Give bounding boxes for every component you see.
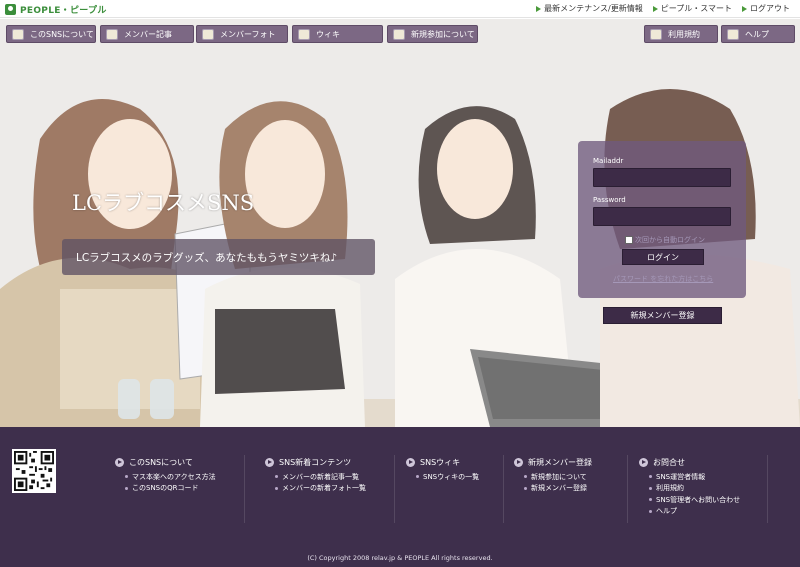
- qr-code: [12, 449, 56, 493]
- help-icon: [727, 28, 739, 40]
- hero-title: LCラブコスメSNS: [72, 191, 255, 215]
- top-link-label: ピープル・スマート: [660, 4, 732, 13]
- nav-member-photos[interactable]: メンバーフォト: [196, 25, 288, 43]
- footer-link[interactable]: マス本楽へのアクセス方法: [125, 471, 240, 483]
- nav-wiki[interactable]: ウィキ: [292, 25, 383, 43]
- footer-column-register: 新規メンバー登録 新規参加について 新規メンバー登録: [514, 457, 624, 523]
- dot-icon: [649, 498, 652, 502]
- footer-link[interactable]: SNS管理者へお問い合わせ: [649, 494, 764, 506]
- top-link-maintenance[interactable]: 最新メンテナンス/更新情報: [536, 3, 643, 14]
- password-input[interactable]: [593, 207, 731, 226]
- footer-link[interactable]: SNS運営者情報: [649, 471, 764, 483]
- brand-name: PEOPLE・ピープル: [20, 6, 107, 16]
- footer-divider: [394, 455, 395, 523]
- login-button[interactable]: ログイン: [622, 249, 704, 265]
- dot-icon: [275, 486, 278, 490]
- mail-input[interactable]: [593, 168, 731, 187]
- nav-label: ヘルプ: [745, 29, 769, 39]
- arrow-right-icon: [652, 5, 658, 12]
- password-label: Password: [593, 196, 626, 204]
- dot-icon: [649, 475, 652, 479]
- footer-heading: お問合せ: [653, 458, 685, 467]
- brand[interactable]: PEOPLE・ピープル: [5, 3, 107, 16]
- dot-icon: [649, 509, 652, 513]
- footer-link[interactable]: 利用規約: [649, 483, 764, 495]
- footer-link[interactable]: 新規参加について: [524, 471, 624, 483]
- top-link-label: 最新メンテナンス/更新情報: [544, 4, 643, 13]
- brand-logo-icon: [5, 4, 16, 15]
- top-link-label: ログアウト: [750, 4, 790, 13]
- top-bar: PEOPLE・ピープル 最新メンテナンス/更新情報 ピープル・スマート ログアウ…: [0, 0, 800, 18]
- nav-label: メンバーフォト: [220, 29, 276, 39]
- footer-link[interactable]: メンバーの新着記事一覧: [275, 471, 390, 483]
- footer-link[interactable]: このSNSのQRコード: [125, 483, 240, 495]
- footer-divider: [244, 455, 245, 523]
- arrow-bullet-icon: [406, 458, 415, 467]
- arrow-bullet-icon: [115, 458, 124, 467]
- nav-label: ウィキ: [316, 29, 340, 39]
- dot-icon: [125, 486, 128, 490]
- arrow-bullet-icon: [514, 458, 523, 467]
- dot-icon: [416, 475, 419, 479]
- hero-subtitle: LCラブコスメのラブグッズ、あなたももうヤミツキね♪: [62, 239, 375, 275]
- top-link-smart[interactable]: ピープル・スマート: [652, 3, 732, 14]
- dot-icon: [125, 475, 128, 479]
- top-link-logout[interactable]: ログアウト: [742, 3, 790, 14]
- people-icon: [393, 28, 405, 40]
- globe-icon: [298, 28, 310, 40]
- register-button[interactable]: 新規メンバー登録: [603, 307, 722, 324]
- footer-link[interactable]: 新規メンバー登録: [524, 483, 624, 495]
- top-links: 最新メンテナンス/更新情報 ピープル・スマート ログアウト: [536, 3, 790, 14]
- footer-heading: SNS新着コンテンツ: [279, 458, 352, 467]
- arrow-bullet-icon: [265, 458, 274, 467]
- footer-link[interactable]: SNSウィキの一覧: [416, 471, 501, 483]
- footer-link[interactable]: ヘルプ: [649, 506, 764, 518]
- footer-divider: [767, 455, 768, 523]
- dot-icon: [649, 486, 652, 490]
- dot-icon: [524, 486, 527, 490]
- forgot-password-link[interactable]: パスワード を忘れた方はこちら: [613, 274, 713, 284]
- nav-join[interactable]: 新規参加について: [387, 25, 478, 43]
- dot-icon: [524, 475, 527, 479]
- arrow-bullet-icon: [639, 458, 648, 467]
- footer-heading: 新規メンバー登録: [528, 458, 592, 467]
- nav-label: 利用規約: [668, 29, 700, 39]
- remember-checkbox[interactable]: [625, 236, 633, 244]
- login-form: Mailaddr Password 次回から自動ログイン ログイン パスワード …: [578, 141, 746, 298]
- remember-label: 次回から自動ログイン: [635, 236, 705, 244]
- arrow-right-icon: [742, 5, 747, 12]
- footer-column-new-content: SNS新着コンテンツ メンバーの新着記事一覧 メンバーの新着フォト一覧: [265, 457, 390, 523]
- nav-label: 新規参加について: [411, 29, 475, 39]
- pencil-icon: [650, 28, 662, 40]
- nav-label: このSNSについて: [30, 29, 94, 39]
- photo-icon: [202, 28, 214, 40]
- document-icon: [106, 28, 118, 40]
- footer-link[interactable]: メンバーの新着フォト一覧: [275, 483, 390, 495]
- person-icon: [12, 28, 24, 40]
- copyright: (C) Copyright 2008 relav.jp & PEOPLE All…: [307, 554, 493, 562]
- footer-divider: [503, 455, 504, 523]
- dot-icon: [275, 475, 278, 479]
- footer-column-wiki: SNSウィキ SNSウィキの一覧: [406, 457, 501, 523]
- nav-terms[interactable]: 利用規約: [644, 25, 718, 43]
- remember-me[interactable]: 次回から自動ログイン: [625, 235, 705, 245]
- footer-column-about: このSNSについて マス本楽へのアクセス方法 このSNSのQRコード: [115, 457, 240, 523]
- nav-help[interactable]: ヘルプ: [721, 25, 795, 43]
- footer-column-contact: お問合せ SNS運営者情報 利用規約 SNS管理者へお問い合わせ ヘルプ: [639, 457, 764, 523]
- qr-code-image: [14, 451, 54, 491]
- nav-member-articles[interactable]: メンバー記事: [100, 25, 194, 43]
- footer-divider: [627, 455, 628, 523]
- nav-about[interactable]: このSNSについて: [6, 25, 96, 43]
- footer: このSNSについて マス本楽へのアクセス方法 このSNSのQRコード SNS新着…: [0, 427, 800, 567]
- hero: このSNSについて メンバー記事 メンバーフォト ウィキ 新規参加について 利用…: [0, 19, 800, 427]
- arrow-right-icon: [536, 5, 542, 12]
- footer-heading: このSNSについて: [129, 458, 193, 467]
- mail-label: Mailaddr: [593, 157, 624, 165]
- footer-heading: SNSウィキ: [420, 458, 461, 467]
- nav-label: メンバー記事: [124, 29, 172, 39]
